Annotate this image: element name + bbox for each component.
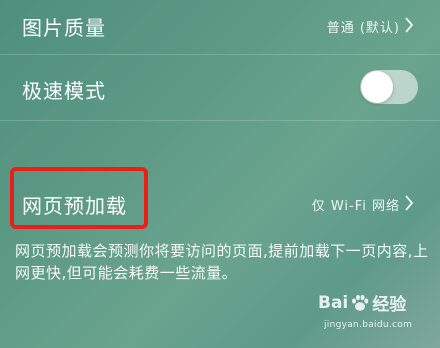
speed-mode-toggle[interactable] <box>360 70 418 104</box>
chevron-right-icon <box>405 195 414 211</box>
toggle-knob <box>361 71 393 103</box>
speed-mode-label: 极速模式 <box>22 79 106 103</box>
image-quality-label: 图片质量 <box>22 16 106 40</box>
image-quality-value: 普通 (默认) <box>326 21 400 36</box>
preload-value: 仅 Wi-Fi 网络 <box>311 199 400 214</box>
watermark-brand-left: Bai <box>318 292 349 313</box>
chevron-right-icon <box>405 17 414 33</box>
paw-icon <box>352 294 369 311</box>
setting-row-image-quality[interactable]: 图片质量 普通 (默认) <box>0 0 440 52</box>
baidu-jingyan-watermark: Bai 经验 jingyan.baidu.com <box>316 290 426 340</box>
watermark-url: jingyan.baidu.com <box>324 320 413 330</box>
watermark-brand-right: 经验 <box>372 295 407 315</box>
divider <box>0 120 440 121</box>
highlight-box <box>10 167 148 229</box>
preload-description: 网页预加载会预测你将要访问的页面,提前加载下一页内容,上网更快,但可能会耗费一些… <box>15 242 429 282</box>
setting-row-speed-mode: 极速模式 <box>0 55 440 119</box>
